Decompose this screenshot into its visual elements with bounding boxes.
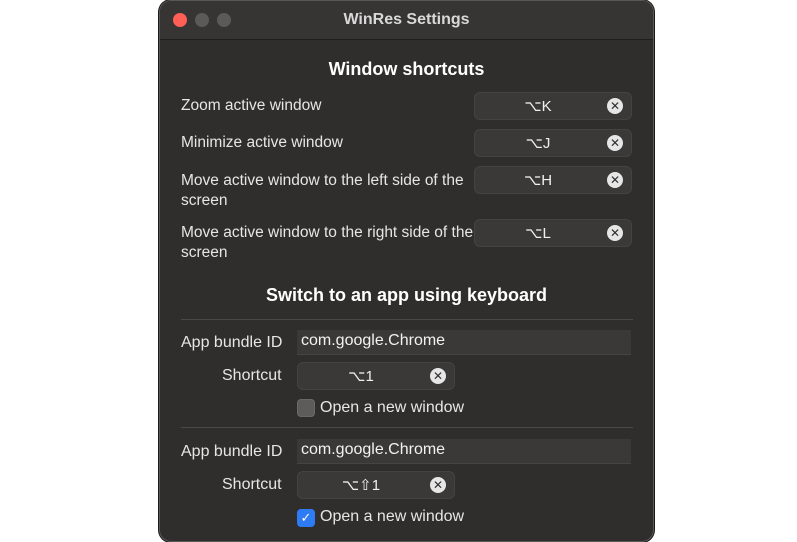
bundle-id-value: com.google.Chrome [301,332,446,349]
clear-x-icon[interactable]: ✕ [430,477,446,493]
bundle-id-input[interactable]: com.google.Chrome [297,330,631,355]
move-right-label: Move active window to the right side of … [181,224,474,261]
move-right-shortcut-recorder[interactable]: ⌥L ✕ [474,219,632,247]
clear-x-icon[interactable]: ✕ [607,98,623,114]
shortcut-keys: ⌥⇧1 [341,477,381,494]
shortcut-label: Shortcut [222,367,282,384]
clear-x-icon[interactable]: ✕ [430,368,446,384]
checkmark-icon: ✓ [300,510,312,525]
shortcut-keys: ⌥1 [348,368,374,385]
app-shortcut-recorder[interactable]: ⌥⇧1 ✕ [297,471,455,499]
settings-window: WinRes Settings Window shortcuts Zoom ac… [159,0,654,542]
minimize-window-label: Minimize active window [181,134,343,151]
divider [181,319,633,320]
bundle-id-input[interactable]: com.google.Chrome [297,439,631,464]
bundle-id-label: App bundle ID [181,334,283,351]
open-new-window-label: Open a new window [320,508,465,525]
bundle-id-value: com.google.Chrome [301,441,446,458]
divider [181,427,633,428]
bundle-id-label: App bundle ID [181,443,283,460]
shortcut-keys: ⌥L [525,225,551,242]
shortcut-keys: ⌥H [523,172,553,189]
app-switch-heading: Switch to an app using keyboard [265,285,548,305]
move-left-label: Move active window to the left side of t… [181,172,464,209]
open-new-window-label: Open a new window [320,399,465,416]
open-new-window-checkbox[interactable] [297,399,315,417]
shortcut-keys: ⌥J [525,135,551,152]
clear-x-icon[interactable]: ✕ [607,135,623,151]
clear-x-icon[interactable]: ✕ [607,225,623,241]
window-title: WinRes Settings [343,11,470,28]
move-left-shortcut-recorder[interactable]: ⌥H ✕ [474,166,632,194]
app-shortcut-recorder[interactable]: ⌥1 ✕ [297,362,455,390]
clear-x-icon[interactable]: ✕ [607,172,623,188]
zoom-window-label: Zoom active window [181,97,322,114]
open-new-window-checkbox[interactable]: ✓ [297,509,315,527]
zoom-window-shortcut-recorder[interactable]: ⌥K ✕ [474,92,632,120]
window-shortcuts-heading: Window shortcuts [328,59,485,79]
shortcut-label: Shortcut [222,476,282,493]
shortcut-keys: ⌥K [524,98,552,115]
title-bar: WinRes Settings [160,1,653,40]
minimize-window-shortcut-recorder[interactable]: ⌥J ✕ [474,129,632,157]
